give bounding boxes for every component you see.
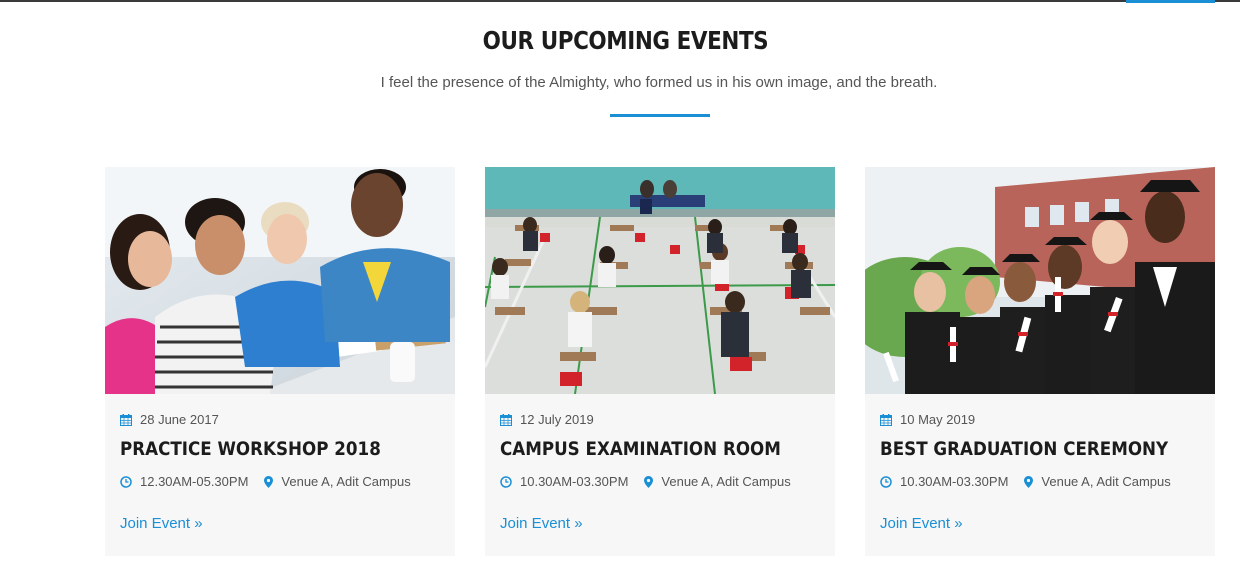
event-venue: Venue A, Adit Campus [661,474,791,489]
heading-divider [610,114,710,117]
event-date: 28 June 2017 [120,412,219,427]
join-event-link[interactable]: Join Event » [880,515,963,532]
map-pin-icon [1024,475,1034,488]
event-date: 12 July 2019 [500,412,594,427]
calendar-icon [880,413,892,426]
event-image[interactable] [105,167,455,394]
event-meta: 10.30AM-03.30PM Venue A, Adit Campus [880,474,1171,489]
exam-hall-photo-icon [485,167,835,394]
event-time: 10.30AM-03.30PM [520,474,629,489]
students-discussion-photo-icon [105,167,455,394]
calendar-icon [120,413,132,426]
map-pin-icon [644,475,654,488]
clock-icon [120,475,132,488]
map-pin-icon [264,475,274,488]
event-time: 10.30AM-03.30PM [900,474,1009,489]
event-venue: Venue A, Adit Campus [281,474,411,489]
event-title[interactable]: PRACTICE WORKSHOP 2018 [120,438,381,460]
calendar-icon [500,413,512,426]
event-title[interactable]: CAMPUS EXAMINATION ROOM [500,438,781,460]
join-event-link[interactable]: Join Event » [120,515,203,532]
join-event-link[interactable]: Join Event » [500,515,583,532]
event-date-text: 10 May 2019 [900,412,976,427]
event-date-text: 12 July 2019 [520,412,594,427]
event-image[interactable] [485,167,835,394]
nav-active-indicator [1126,0,1215,3]
top-border [0,0,1240,2]
event-card: 12 July 2019 CAMPUS EXAMINATION ROOM 10.… [485,167,835,556]
event-card: 10 May 2019 BEST GRADUATION CEREMONY 10.… [865,167,1215,556]
event-venue: Venue A, Adit Campus [1041,474,1171,489]
event-card: 28 June 2017 PRACTICE WORKSHOP 2018 12.3… [105,167,455,556]
clock-icon [500,475,512,488]
event-title[interactable]: BEST GRADUATION CEREMONY [880,438,1168,460]
event-date: 10 May 2019 [880,412,975,427]
section-subtitle: I feel the presence of the Almighty, who… [380,74,938,91]
event-date-text: 28 June 2017 [140,412,219,427]
event-meta: 12.30AM-05.30PM Venue A, Adit Campus [120,474,411,489]
section-heading: OUR UPCOMING EVENTS [482,26,769,55]
event-time: 12.30AM-05.30PM [140,474,249,489]
graduates-photo-icon [865,167,1215,394]
event-meta: 10.30AM-03.30PM Venue A, Adit Campus [500,474,791,489]
event-image[interactable] [865,167,1215,394]
clock-icon [880,475,892,488]
